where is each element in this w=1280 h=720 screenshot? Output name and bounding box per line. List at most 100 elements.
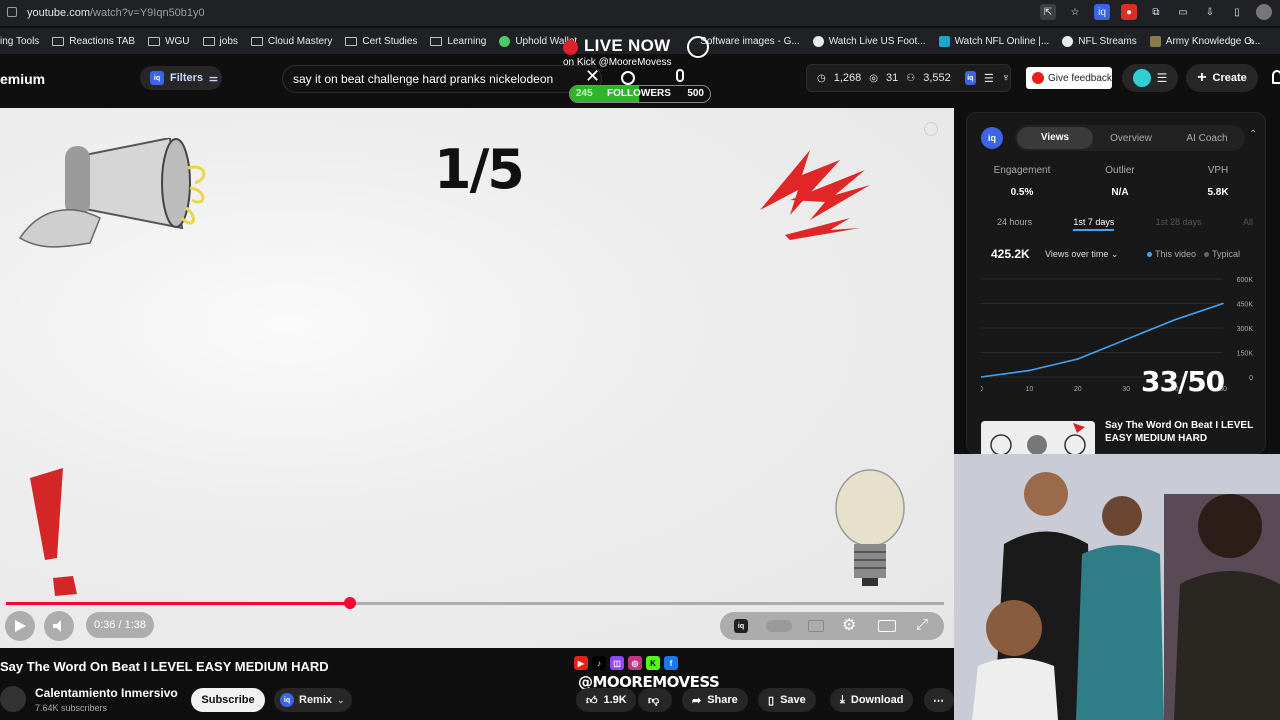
people-icon: ⚇	[906, 72, 916, 84]
extension-iq-icon[interactable]: iq	[1094, 4, 1110, 20]
video-player[interactable]: 1/5	[0, 108, 954, 648]
dislike-button[interactable]: 👎︎	[638, 688, 672, 712]
thumbs-down-icon: 👎︎	[648, 694, 660, 707]
x-tick-label: 30	[1122, 386, 1130, 393]
autoplay-toggle-icon[interactable]	[766, 620, 792, 632]
browser-url-bar[interactable]: youtube.com/watch?v=Y9Iqn50b1y0 ⇱ ☆ iq ●…	[0, 0, 1280, 26]
extension-red-icon[interactable]: ●	[1121, 4, 1137, 20]
bookmark-label: Learning	[447, 35, 487, 47]
collapse-chevron-icon[interactable]: ⌃	[1249, 129, 1257, 140]
theater-mode-icon[interactable]	[878, 620, 896, 632]
filters-button[interactable]: iq Filters ⚌	[140, 66, 222, 90]
metric-label: Outlier	[1105, 165, 1135, 176]
live-dot-icon	[563, 40, 578, 55]
iq-player-icon[interactable]: iq	[734, 619, 748, 633]
webcam-scene	[954, 454, 1280, 720]
period-all[interactable]: All	[1243, 217, 1253, 231]
iq-icon[interactable]: iq	[964, 71, 976, 85]
youtube-logo[interactable]: emium	[0, 71, 45, 87]
folder-icon	[52, 36, 65, 46]
play-button[interactable]	[5, 611, 35, 641]
subscribe-button[interactable]: Subscribe	[191, 688, 265, 712]
volume-button[interactable]	[44, 611, 74, 641]
bookmark-label: ing Tools	[0, 35, 40, 47]
channel-stats-pill[interactable]: ◷ 1,268 ◎ 31 ⚇ 3,552 iq ☰ ♆	[806, 64, 1011, 92]
like-button[interactable]: 👍︎ 1.9K	[576, 688, 636, 712]
bookmark-item[interactable]: ing Tools	[0, 36, 39, 47]
webcam-overlay	[954, 454, 1280, 720]
bookmark-item[interactable]: Army Knowledge O...	[1149, 35, 1260, 47]
bookmark-item[interactable]: Cloud Mastery	[250, 36, 332, 47]
period-24-hours[interactable]: 24 hours	[997, 217, 1032, 231]
download-label: Download	[850, 694, 904, 706]
list-icon[interactable]: ☰	[984, 72, 994, 85]
bookmark-item[interactable]: Learning	[430, 36, 486, 47]
save-button[interactable]: ▯ Save	[758, 688, 816, 712]
play-icon	[15, 620, 26, 632]
bookmark-star-icon[interactable]: ☆	[1067, 4, 1083, 20]
moore-moves-logo-icon	[687, 36, 709, 58]
extensions-puzzle-icon[interactable]: ⧉	[1148, 4, 1164, 20]
search-input[interactable]: say it on beat challenge hard pranks nic…	[282, 65, 602, 93]
iq-analytics-panel: iq Views Overview AI Coach ⌃ Engagement …	[966, 112, 1266, 455]
bookmark-item[interactable]: Watch NFL Online |...	[938, 35, 1049, 47]
url-path: /watch?v=Y9Iqn50b1y0	[89, 7, 205, 19]
tab-views[interactable]: Views	[1017, 127, 1093, 149]
bookmark-item[interactable]: NFL Streams	[1062, 35, 1137, 47]
profile-avatar-icon[interactable]	[1256, 4, 1272, 20]
period-first-7-days[interactable]: 1st 7 days	[1073, 217, 1115, 231]
feedback-label: Give feedback	[1048, 72, 1112, 84]
live-now-text: LIVE NOW	[584, 36, 671, 55]
channel-avatar[interactable]	[0, 686, 26, 712]
bookmark-item[interactable]: Watch Live US Foot...	[812, 35, 926, 47]
folder-icon	[250, 36, 263, 46]
notifications-bell-icon[interactable]	[1272, 70, 1280, 84]
site-info-icon[interactable]	[7, 7, 17, 17]
chart-metric-select[interactable]: Views over time ⌄	[1045, 249, 1118, 260]
y-tick-label: 150K	[1237, 351, 1254, 358]
channel-name[interactable]: Calentamiento Inmersivo	[35, 686, 178, 700]
trophy-icon[interactable]: ♆	[1002, 72, 1010, 84]
eye-icon: ◎	[869, 72, 878, 84]
create-button[interactable]: + Create	[1186, 64, 1258, 92]
x-tick-label: 20	[1074, 386, 1082, 393]
x-tick-label: 0	[981, 386, 983, 393]
more-actions-button[interactable]: ⋯	[924, 688, 954, 712]
bookmark-label: Cert Studies	[362, 35, 418, 47]
install-app-icon[interactable]: ⇱	[1040, 4, 1056, 20]
tab-overview[interactable]: Overview	[1093, 133, 1169, 144]
bookmark-icon: ▯	[768, 694, 775, 707]
tab-search-icon[interactable]: ▭	[1175, 4, 1191, 20]
bookmark-item[interactable]: jobs	[202, 35, 238, 47]
period-selector: 24 hours 1st 7 days 1st 28 days All	[981, 217, 1253, 231]
player-right-controls: iq ⚙ ⤢	[720, 612, 944, 640]
sliders-icon: ⚌	[209, 72, 218, 84]
bookmark-item[interactable]: Cert Studies	[345, 36, 417, 47]
settings-gear-icon[interactable]: ⚙	[842, 615, 856, 635]
bookmark-item[interactable]: WGU	[148, 36, 190, 47]
address-bar[interactable]: youtube.com/watch?v=Y9Iqn50b1y0	[27, 7, 205, 19]
related-video-title[interactable]: Say The Word On Beat I LEVEL EASY MEDIUM…	[1105, 419, 1263, 445]
fullscreen-icon[interactable]: ⤢	[916, 616, 928, 633]
bookmark-label: jobs	[219, 35, 238, 47]
download-button[interactable]: ⤓ Download	[830, 688, 914, 712]
side-panel-icon[interactable]: ▯	[1229, 4, 1245, 20]
bookmark-item[interactable]: Reactions TAB	[52, 36, 135, 47]
related-video-thumbnail[interactable]	[981, 421, 1095, 455]
legend-label: This video	[1155, 249, 1197, 259]
subtitles-icon[interactable]	[808, 620, 824, 632]
downloads-icon[interactable]: ⇩	[1202, 4, 1218, 20]
filters-label: Filters	[170, 72, 204, 84]
give-feedback-button[interactable]: Give feedback	[1026, 67, 1112, 89]
bookmark-item[interactable]: Software images - G...	[700, 36, 799, 47]
tab-ai-coach[interactable]: AI Coach	[1169, 133, 1245, 144]
extension-menu-button[interactable]: ☰	[1122, 64, 1178, 92]
more-bookmarks-chevron-icon[interactable]: »	[1248, 34, 1255, 48]
share-button[interactable]: ➦ Share	[682, 688, 748, 712]
period-first-28-days[interactable]: 1st 28 days	[1156, 217, 1202, 231]
series-point	[1125, 338, 1127, 341]
bookmark-label: NFL Streams	[1078, 35, 1137, 47]
followers-label: FOLLOWERS	[607, 88, 671, 99]
remix-button[interactable]: iq Remix ⌄	[274, 688, 352, 712]
youtube-icon	[1032, 72, 1044, 84]
